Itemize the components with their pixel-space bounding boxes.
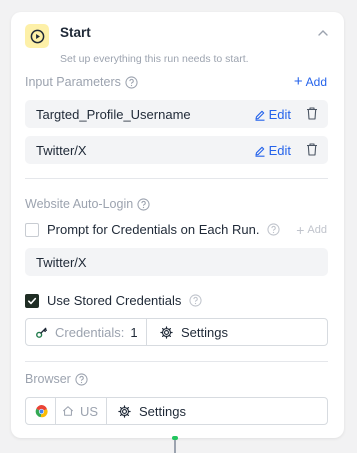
trash-icon[interactable] (305, 142, 319, 157)
browser-label: Browser (25, 372, 71, 386)
input-parameters-label: Input Parameters (25, 75, 121, 89)
prompt-credentials-checkbox[interactable] (25, 222, 39, 237)
input-parameter-row: Twitter/X Edit (25, 136, 328, 164)
start-node-header[interactable]: Start Set up everything this run needs t… (25, 24, 330, 68)
chrome-icon (35, 404, 48, 417)
browser-region-cell[interactable]: US (62, 398, 98, 424)
edit-parameter-button[interactable]: Edit (254, 107, 291, 122)
add-label: Add (305, 75, 327, 89)
input-parameter-row: Targted_Profile_Username Edit (25, 100, 328, 128)
use-stored-credentials-row[interactable]: Use Stored Credentials (25, 293, 202, 308)
edit-label: Edit (268, 107, 291, 122)
gear-icon (118, 404, 131, 418)
prompt-credentials-row[interactable]: Prompt for Credentials on Each Run. (25, 222, 281, 237)
add-credential-button[interactable]: + Add (296, 221, 327, 238)
add-label: Add (307, 224, 327, 236)
selected-site-value: Twitter/X (36, 255, 87, 270)
help-circle-icon[interactable] (267, 223, 281, 236)
add-input-parameter-button[interactable]: + Add (293, 73, 327, 90)
help-circle-icon[interactable] (137, 197, 150, 211)
settings-label: Settings (181, 324, 228, 340)
settings-label: Settings (139, 403, 186, 419)
key-icon (36, 327, 48, 338)
selected-site-field[interactable]: Twitter/X (25, 248, 328, 276)
edit-label: Edit (268, 143, 291, 158)
website-auto-login-label: Website Auto-Login (25, 197, 134, 211)
plus-icon: + (296, 221, 305, 238)
cell-divider (106, 398, 107, 424)
credentials-field: Credentials: 1 Settings (25, 318, 328, 346)
credentials-count: 1 (130, 324, 138, 340)
credentials-settings-button[interactable]: Settings (160, 319, 228, 345)
node-connector-handle[interactable] (172, 436, 178, 440)
plus-icon: + (293, 73, 303, 90)
cell-divider (55, 398, 56, 424)
browser-settings-button[interactable]: Settings (118, 398, 186, 424)
node-title: Start (60, 25, 91, 40)
use-stored-credentials-label: Use Stored Credentials (47, 293, 182, 308)
browser-region: US (80, 403, 99, 419)
help-circle-icon[interactable] (125, 75, 138, 89)
check-icon (28, 297, 37, 304)
node-subtitle: Set up everything this run needs to star… (60, 53, 249, 65)
help-circle-icon[interactable] (189, 294, 202, 307)
node-connector-line (174, 438, 176, 453)
prompt-credentials-label: Prompt for Credentials on Each Run. (47, 222, 260, 237)
edit-parameter-button[interactable]: Edit (254, 143, 291, 158)
parameter-name: Targted_Profile_Username (36, 107, 191, 122)
browser-field: US Settings (25, 397, 328, 425)
browser-type-cell[interactable] (35, 398, 48, 424)
input-parameters-heading: Input Parameters (25, 75, 138, 89)
help-circle-icon[interactable] (75, 372, 88, 386)
trash-icon[interactable] (305, 106, 319, 121)
pencil-icon (255, 146, 265, 157)
credentials-cell[interactable]: Credentials: 1 (35, 319, 138, 345)
pencil-icon (255, 110, 265, 121)
chevron-up-icon[interactable] (316, 26, 330, 40)
cell-divider (146, 319, 147, 345)
website-auto-login-heading: Website Auto-Login (25, 197, 150, 211)
section-divider (25, 361, 328, 362)
play-circle-icon (25, 24, 49, 48)
use-stored-credentials-checkbox[interactable] (25, 293, 39, 308)
browser-heading: Browser (25, 372, 88, 386)
section-divider (25, 178, 328, 179)
start-node-card: Start Set up everything this run needs t… (11, 12, 344, 438)
home-icon (62, 406, 74, 416)
gear-icon (160, 325, 173, 339)
credentials-label: Credentials: (55, 324, 125, 340)
parameter-name: Twitter/X (36, 143, 87, 158)
